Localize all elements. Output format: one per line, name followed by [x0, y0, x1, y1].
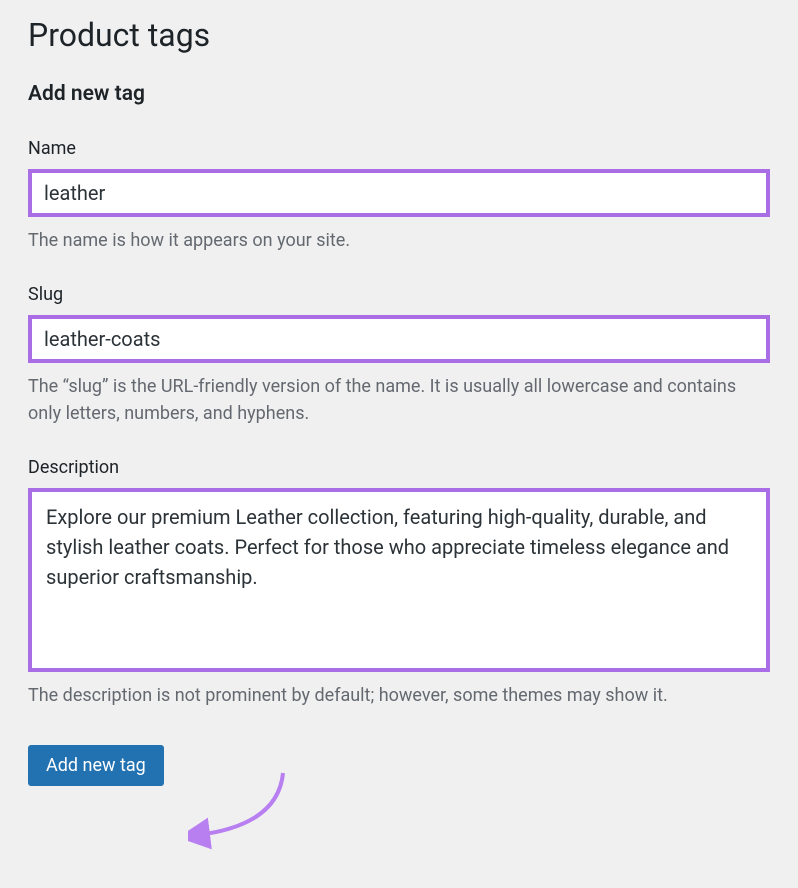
- section-subtitle: Add new tag: [28, 82, 770, 138]
- slug-input[interactable]: [32, 319, 766, 359]
- arrow-annotation-icon: [188, 770, 308, 860]
- description-label: Description: [28, 457, 770, 478]
- description-field: Description The description is not promi…: [28, 457, 770, 709]
- description-highlight: [28, 488, 770, 672]
- description-help-text: The description is not prominent by defa…: [28, 682, 770, 709]
- slug-highlight: [28, 315, 770, 363]
- slug-field: Slug The “slug” is the URL-friendly vers…: [28, 284, 770, 427]
- slug-help-text: The “slug” is the URL-friendly version o…: [28, 373, 770, 427]
- name-field: Name The name is how it appears on your …: [28, 138, 770, 254]
- description-input[interactable]: [32, 492, 766, 664]
- name-highlight: [28, 169, 770, 217]
- slug-label: Slug: [28, 284, 770, 305]
- name-label: Name: [28, 138, 770, 159]
- name-input[interactable]: [32, 173, 766, 213]
- add-new-tag-button[interactable]: Add new tag: [28, 745, 164, 786]
- page-title: Product tags: [28, 0, 770, 82]
- name-help-text: The name is how it appears on your site.: [28, 227, 770, 254]
